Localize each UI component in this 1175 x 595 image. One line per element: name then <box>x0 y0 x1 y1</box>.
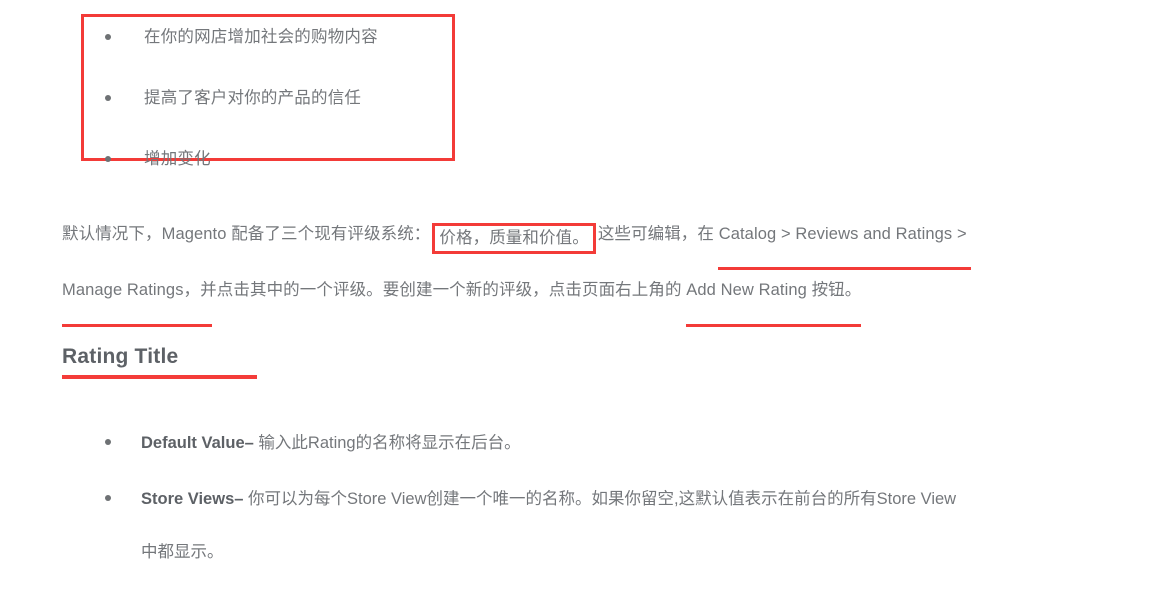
bullet-icon <box>105 95 111 101</box>
heading-underline <box>62 375 257 379</box>
bullet-icon <box>105 156 111 162</box>
list-item-label: 增加变化 <box>144 150 211 168</box>
paragraph-text-lead: 默认情况下，Magento 配备了三个现有评级系统： <box>62 225 431 243</box>
list-item: 在你的网店增加社会的购物内容 <box>84 27 452 47</box>
body-paragraph: 默认情况下，Magento 配备了三个现有评级系统： 价格，质量和价值。 这些可编辑… <box>62 206 1152 327</box>
list-item-label: 在你的网店增加社会的购物内容 <box>144 28 378 46</box>
definition-dash: – <box>234 490 244 508</box>
definition-description-continued: 中都显示。 <box>141 543 224 561</box>
paragraph-line-1: 默认情况下，Magento 配备了三个现有评级系统： 价格，质量和价值。 这些可编辑… <box>62 206 1152 270</box>
add-new-rating-link[interactable]: Add New Rating 按钮。 <box>686 262 862 327</box>
definition-term: Store Views <box>141 490 235 508</box>
document-page: 在你的网店增加社会的购物内容 提高了客户对你的产品的信任 增加变化 默认情况下，… <box>0 0 1175 584</box>
list-item: Store Views– 你可以为每个Store View创建一个唯一的名称。如… <box>62 486 1162 565</box>
bullet-icon <box>105 495 111 501</box>
list-item: Default Value– 输入此Rating的名称将显示在后台。 <box>62 430 1162 456</box>
manage-ratings-link[interactable]: Manage Ratings， <box>62 262 213 327</box>
highlighted-phrase-box: 价格，质量和价值。 <box>432 223 596 254</box>
paragraph-text-mid: 这些可编辑，在 <box>597 225 719 243</box>
definition-description: 你可以为每个Store View创建一个唯一的名称。如果你留空,这默认值表示在前… <box>248 490 957 508</box>
paragraph-text-tail: 并点击其中的一个评级。要创建一个新的评级，点击页面右上角的 <box>200 281 687 299</box>
highlighted-bullet-list-box: 在你的网店增加社会的购物内容 提高了客户对你的产品的信任 增加变化 <box>81 14 455 168</box>
bullet-list: 在你的网店增加社会的购物内容 提高了客户对你的产品的信任 增加变化 <box>84 27 452 169</box>
paragraph-line-2: Manage Ratings，并点击其中的一个评级。要创建一个新的评级，点击页面… <box>62 262 1152 327</box>
bullet-icon <box>105 439 111 445</box>
list-item: 增加变化 <box>84 149 452 169</box>
list-item-label: 提高了客户对你的产品的信任 <box>144 89 362 107</box>
definition-bullet-list: Default Value– 输入此Rating的名称将显示在后台。 Store… <box>62 430 1162 595</box>
section-heading: Rating Title <box>62 345 179 368</box>
definition-term: Default Value <box>141 434 245 452</box>
bullet-icon <box>105 34 111 40</box>
definition-dash: – <box>244 434 254 452</box>
list-item: 提高了客户对你的产品的信任 <box>84 88 452 108</box>
menu-path-link[interactable]: Catalog > Reviews and Ratings > <box>717 206 971 270</box>
definition-description: 输入此Rating的名称将显示在后台。 <box>258 434 521 452</box>
